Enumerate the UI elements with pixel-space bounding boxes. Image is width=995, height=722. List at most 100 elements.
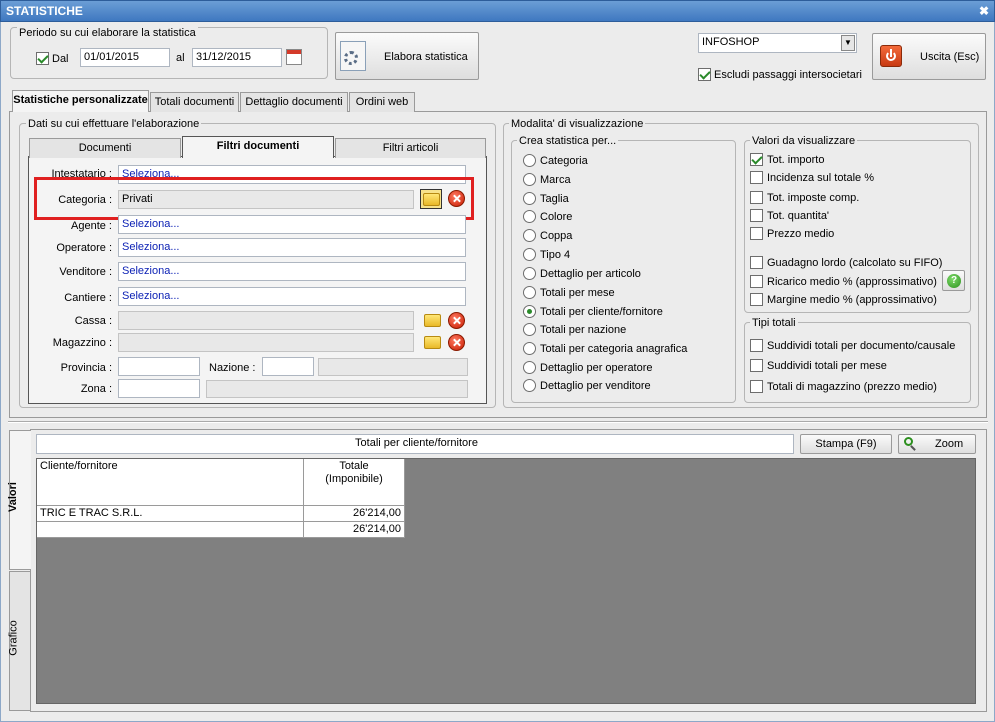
- company-select-value: INFOSHOP: [702, 36, 760, 48]
- magazzino-folder-icon[interactable]: [424, 336, 441, 349]
- company-select[interactable]: INFOSHOP ▼: [698, 33, 857, 53]
- radio-categoria[interactable]: [523, 154, 536, 167]
- from-label: Dal: [52, 53, 69, 65]
- radio-label-coppa: Coppa: [540, 230, 573, 242]
- tab-totali-documenti[interactable]: Totali documenti: [150, 92, 239, 112]
- checkbox-ricarico-medio-approssimativo[interactable]: [750, 275, 763, 288]
- escludi-checkbox[interactable]: [698, 68, 711, 81]
- tab-ordini-web[interactable]: Ordini web: [349, 92, 415, 112]
- checkbox-tot-importo[interactable]: [750, 153, 763, 166]
- cassa-folder-icon[interactable]: [424, 314, 441, 327]
- radio-label-taglia: Taglia: [540, 193, 569, 205]
- table-row-cliente[interactable]: TRIC E TRAC S.R.L.: [37, 506, 304, 522]
- magazzino-input[interactable]: [118, 333, 414, 352]
- checkbox-prezzo-medio[interactable]: [750, 227, 763, 240]
- checkbox-label-tot-imposte-comp: Tot. imposte comp.: [767, 192, 860, 204]
- from-checkbox[interactable]: [36, 52, 49, 65]
- radio-dettaglio-per-venditore[interactable]: [523, 379, 536, 392]
- calendar-icon[interactable]: [286, 49, 302, 65]
- escludi-label: Escludi passaggi intersocietari: [714, 69, 862, 81]
- checkbox-guadagno-lordo-calcolato-su-fifo[interactable]: [750, 256, 763, 269]
- results-title: Totali per cliente/fornitore: [36, 434, 794, 454]
- checkbox-margine-medio-approssimativo[interactable]: [750, 293, 763, 306]
- zoom-button[interactable]: Zoom: [898, 434, 976, 454]
- radio-coppa[interactable]: [523, 229, 536, 242]
- subtab-documenti[interactable]: Documenti: [29, 138, 181, 158]
- calendar-icon-header: [287, 50, 301, 54]
- gear-document-icon: [340, 41, 366, 71]
- side-tab-valori[interactable]: Valori: [6, 430, 31, 570]
- venditore-input[interactable]: Seleziona...: [118, 262, 466, 281]
- radio-dettaglio-per-operatore[interactable]: [523, 361, 536, 374]
- power-icon: [880, 45, 902, 67]
- uscita-button[interactable]: Uscita (Esc): [872, 33, 986, 80]
- to-label: al: [176, 52, 185, 64]
- uscita-label: Uscita (Esc): [920, 51, 980, 63]
- cassa-input[interactable]: [118, 311, 414, 330]
- tipi-totali-legend: Tipi totali: [750, 316, 798, 330]
- checkbox-label-suddividi-totali-per-documento-causale: Suddividi totali per documento/causale: [767, 340, 956, 352]
- results-grid[interactable]: Cliente/fornitore Totale (Imponibile) TR…: [36, 458, 976, 704]
- radio-totali-per-nazione[interactable]: [523, 323, 536, 336]
- subtab-filtri-articoli[interactable]: Filtri articoli: [335, 138, 486, 158]
- checkbox-incidenza-sul-totale[interactable]: [750, 171, 763, 184]
- tab-statistiche-personalizzate[interactable]: Statistiche personalizzate: [12, 90, 149, 112]
- table-row-totale[interactable]: 26'214,00: [304, 506, 405, 522]
- column-header-totale[interactable]: Totale (Imponibile): [304, 459, 405, 506]
- subtab-filtri-documenti[interactable]: Filtri documenti: [182, 136, 334, 158]
- column-header-cliente[interactable]: Cliente/fornitore: [37, 459, 304, 506]
- checkbox-tot-quantita[interactable]: [750, 209, 763, 222]
- from-date-input[interactable]: 01/01/2015: [80, 48, 170, 67]
- gear-shape: [344, 51, 358, 65]
- checkbox-totali-di-magazzino-prezzo-medio[interactable]: [750, 380, 763, 393]
- nazione-description-field: [318, 358, 468, 376]
- agente-input[interactable]: Seleziona...: [118, 215, 466, 234]
- operatore-input[interactable]: Seleziona...: [118, 238, 466, 257]
- magazzino-label: Magazzino :: [52, 337, 112, 349]
- provincia-label: Provincia :: [60, 362, 112, 374]
- crea-statistica-legend: Crea statistica per...: [517, 134, 619, 148]
- to-date-input[interactable]: 31/12/2015: [192, 48, 282, 67]
- table-total-row-totale: 26'214,00: [304, 522, 405, 538]
- radio-tipo-4[interactable]: [523, 248, 536, 261]
- radio-label-dettaglio-per-venditore: Dettaglio per venditore: [540, 380, 651, 392]
- checkbox-label-guadagno-lordo-calcolato-su-fifo: Guadagno lordo (calcolato su FIFO): [767, 257, 943, 269]
- magazzino-clear-icon[interactable]: [448, 334, 465, 351]
- tab-dettaglio-documenti[interactable]: Dettaglio documenti: [240, 92, 348, 112]
- stampa-button[interactable]: Stampa (F9): [800, 434, 892, 454]
- side-tab-valori-label: Valori: [6, 482, 19, 512]
- radio-taglia[interactable]: [523, 192, 536, 205]
- radio-colore[interactable]: [523, 210, 536, 223]
- cantiere-input[interactable]: Seleziona...: [118, 287, 466, 306]
- radio-totali-per-cliente-fornitore[interactable]: [523, 305, 536, 318]
- valori-legend: Valori da visualizzare: [750, 134, 858, 148]
- side-tab-grafico[interactable]: Grafico: [8, 571, 31, 711]
- radio-marca[interactable]: [523, 173, 536, 186]
- checkbox-suddividi-totali-per-documento-causale[interactable]: [750, 339, 763, 352]
- radio-label-dettaglio-per-operatore: Dettaglio per operatore: [540, 362, 653, 374]
- close-icon[interactable]: ✖: [979, 1, 989, 21]
- zona-description-field: [206, 380, 468, 398]
- chevron-down-icon[interactable]: ▼: [841, 35, 855, 51]
- radio-dettaglio-per-articolo[interactable]: [523, 267, 536, 280]
- help-button[interactable]: ?: [942, 270, 965, 291]
- window-title: STATISTICHE: [6, 4, 83, 18]
- categoria-highlight-box: [34, 177, 474, 220]
- cassa-clear-icon[interactable]: [448, 312, 465, 329]
- elabora-statistica-button[interactable]: Elabora statistica: [335, 32, 479, 80]
- radio-label-totali-per-nazione: Totali per nazione: [540, 324, 627, 336]
- radio-label-totali-per-categoria-anagrafica: Totali per categoria anagrafica: [540, 343, 688, 355]
- radio-totali-per-mese[interactable]: [523, 286, 536, 299]
- provincia-input[interactable]: [118, 357, 200, 376]
- power-line: [890, 49, 892, 57]
- zona-input[interactable]: [118, 379, 200, 398]
- zoom-label: Zoom: [935, 438, 964, 450]
- nazione-input[interactable]: [262, 357, 314, 376]
- cantiere-label: Cantiere :: [64, 292, 112, 304]
- radio-totali-per-categoria-anagrafica[interactable]: [523, 342, 536, 355]
- elabora-statistica-label: Elabora statistica: [384, 51, 468, 63]
- checkbox-suddividi-totali-per-mese[interactable]: [750, 359, 763, 372]
- checkbox-label-tot-importo: Tot. importo: [767, 154, 825, 166]
- table-total-row-cliente: [37, 522, 304, 538]
- checkbox-tot-imposte-comp[interactable]: [750, 191, 763, 204]
